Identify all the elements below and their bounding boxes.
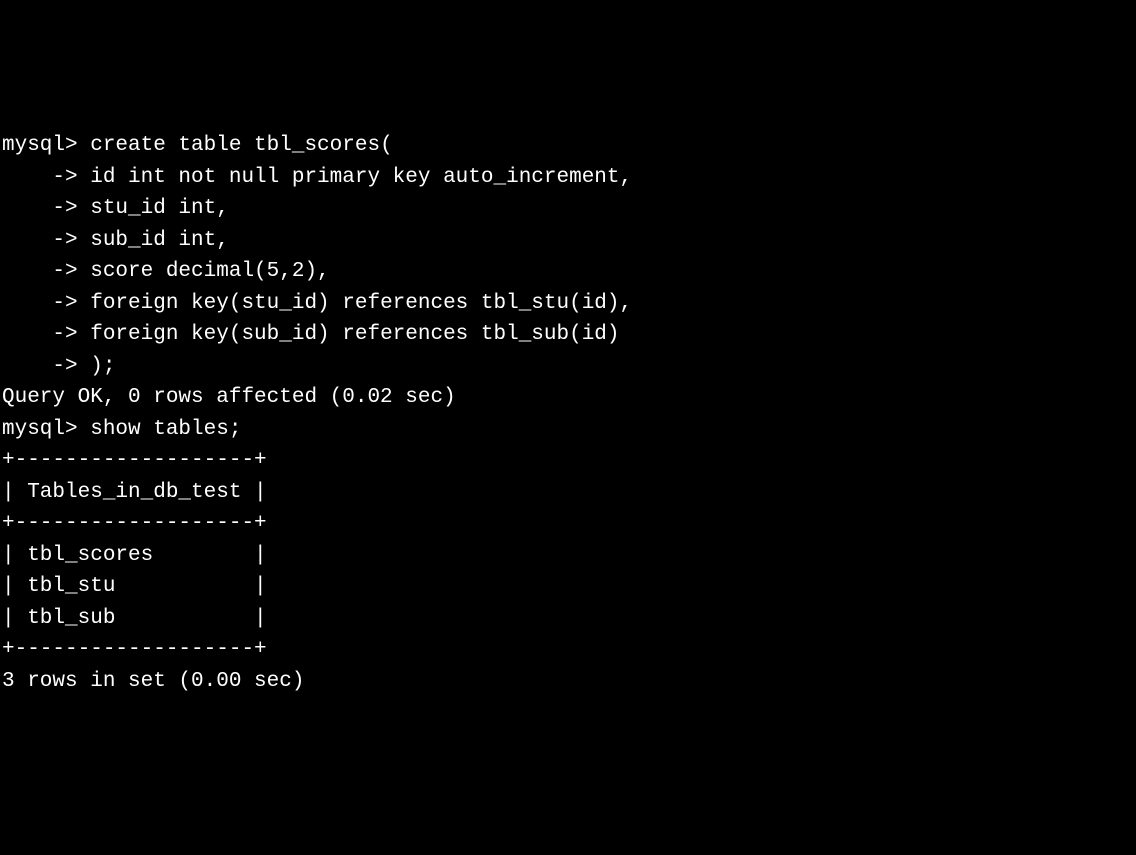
continuation-line: -> foreign key(stu_id) references tbl_st…	[2, 288, 1134, 320]
table-row: | tbl_stu |	[2, 571, 1134, 603]
sql-command: show tables;	[90, 418, 241, 441]
sql-command: );	[90, 355, 115, 378]
table-row: | tbl_sub |	[2, 603, 1134, 635]
continuation-line: -> id int not null primary key auto_incr…	[2, 162, 1134, 194]
continuation-line: -> stu_id int,	[2, 193, 1134, 225]
query-result: 3 rows in set (0.00 sec)	[2, 666, 1134, 698]
sql-command: create table tbl_scores(	[90, 134, 392, 157]
sql-command: foreign key(stu_id) references tbl_stu(i…	[90, 292, 632, 315]
sql-command: score decimal(5,2),	[90, 260, 329, 283]
continuation-prompt: ->	[2, 229, 90, 252]
continuation-prompt: ->	[2, 323, 90, 346]
mysql-prompt: mysql>	[2, 418, 90, 441]
continuation-prompt: ->	[2, 260, 90, 283]
table-header: | Tables_in_db_test |	[2, 477, 1134, 509]
continuation-prompt: ->	[2, 166, 90, 189]
table-border: +-------------------+	[2, 445, 1134, 477]
query-result: Query OK, 0 rows affected (0.02 sec)	[2, 382, 1134, 414]
sql-command: stu_id int,	[90, 197, 229, 220]
continuation-prompt: ->	[2, 292, 90, 315]
sql-command: sub_id int,	[90, 229, 229, 252]
continuation-prompt: ->	[2, 197, 90, 220]
sql-command: foreign key(sub_id) references tbl_sub(i…	[90, 323, 619, 346]
table-border: +-------------------+	[2, 634, 1134, 666]
command-line: mysql> show tables;	[2, 414, 1134, 446]
continuation-prompt: ->	[2, 355, 90, 378]
table-border: +-------------------+	[2, 508, 1134, 540]
continuation-line: -> score decimal(5,2),	[2, 256, 1134, 288]
mysql-prompt: mysql>	[2, 134, 90, 157]
terminal-output[interactable]: mysql> create table tbl_scores( -> id in…	[2, 130, 1134, 697]
continuation-line: -> );	[2, 351, 1134, 383]
command-line: mysql> create table tbl_scores(	[2, 130, 1134, 162]
table-row: | tbl_scores |	[2, 540, 1134, 572]
continuation-line: -> sub_id int,	[2, 225, 1134, 257]
continuation-line: -> foreign key(sub_id) references tbl_su…	[2, 319, 1134, 351]
sql-command: id int not null primary key auto_increme…	[90, 166, 632, 189]
